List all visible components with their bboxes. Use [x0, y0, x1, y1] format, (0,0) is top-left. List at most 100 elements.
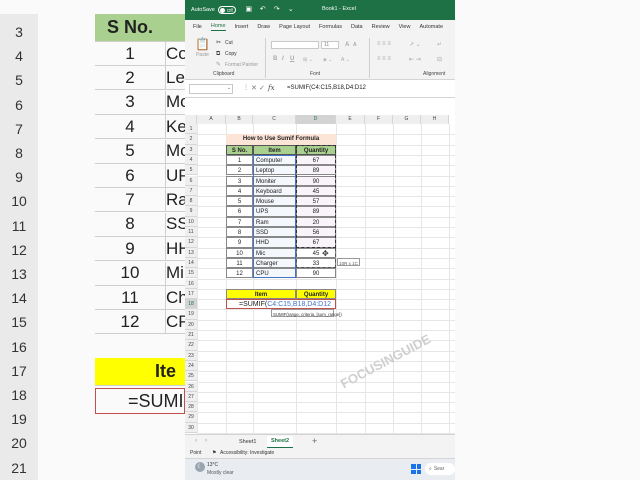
tab-file[interactable]: File: [193, 24, 202, 30]
enter-icon[interactable]: ✓: [259, 84, 265, 92]
tab-view[interactable]: View: [399, 24, 411, 30]
table-cell[interactable]: 56: [296, 227, 336, 238]
italic-button[interactable]: I: [282, 56, 284, 62]
table-cell[interactable]: 11: [226, 257, 253, 269]
row-header-8[interactable]: 8: [185, 196, 197, 207]
table-header[interactable]: Quantity: [296, 144, 336, 155]
lookup-item-header[interactable]: Item: [226, 288, 296, 300]
row-header-12[interactable]: 12: [185, 237, 197, 248]
table-cell[interactable]: 7: [226, 216, 253, 227]
next-sheet-icon[interactable]: ›: [205, 438, 207, 444]
column-header-d[interactable]: D: [296, 115, 336, 124]
table-cell[interactable]: 5: [226, 196, 253, 207]
tab-data[interactable]: Data: [351, 24, 363, 30]
fx-icon[interactable]: fx: [268, 84, 275, 92]
row-header-4[interactable]: 4: [185, 154, 197, 166]
table-cell[interactable]: 33: [296, 257, 336, 269]
table-cell[interactable]: CPU: [253, 268, 296, 279]
sheet-tab-sheet2[interactable]: Sheet2: [267, 436, 294, 448]
border-icon[interactable]: ⊞ ⌄: [303, 57, 313, 63]
column-header-a[interactable]: A: [197, 115, 226, 124]
font-color-icon[interactable]: A ⌄: [341, 57, 350, 63]
tab-draw[interactable]: Draw: [257, 24, 270, 30]
row-header-3[interactable]: 3: [185, 144, 197, 155]
cut-button[interactable]: ✂ Cut: [216, 40, 233, 46]
tab-automate[interactable]: Automate: [419, 24, 443, 30]
tab-insert[interactable]: Insert: [235, 24, 249, 30]
windows-start-icon[interactable]: [411, 464, 421, 474]
table-cell[interactable]: Charger: [253, 257, 296, 269]
copy-button[interactable]: ⧉ Copy: [216, 51, 237, 57]
column-header-c[interactable]: C: [253, 115, 296, 124]
select-all-corner[interactable]: [185, 115, 197, 124]
namebox-dropdown-icon[interactable]: ⌄: [227, 85, 231, 91]
row-header-7[interactable]: 7: [185, 185, 197, 197]
table-cell[interactable]: 90: [296, 268, 336, 279]
tab-page-layout[interactable]: Page Layout: [279, 24, 310, 30]
row-header-5[interactable]: 5: [185, 165, 197, 176]
taskbar-search[interactable]: ⌕ Sear: [425, 463, 455, 475]
table-cell[interactable]: SSD: [253, 227, 296, 238]
row-header-27[interactable]: 27: [185, 391, 197, 403]
row-header-19[interactable]: 19: [185, 309, 197, 320]
row-header-10[interactable]: 10: [185, 216, 197, 227]
undo-icon[interactable]: ↶: [259, 6, 267, 14]
row-header-26[interactable]: 26: [185, 381, 197, 392]
table-cell[interactable]: 45: [296, 247, 336, 258]
table-cell[interactable]: 9: [226, 237, 253, 248]
row-header-23[interactable]: 23: [185, 350, 197, 361]
table-header[interactable]: S No.: [226, 144, 253, 155]
table-cell[interactable]: Moniter: [253, 175, 296, 186]
row-header-22[interactable]: 22: [185, 340, 197, 351]
paste-button[interactable]: 📋 Paste: [195, 38, 210, 58]
column-header-h[interactable]: H: [421, 115, 449, 124]
table-cell[interactable]: 89: [296, 206, 336, 217]
orientation-icon[interactable]: ↗ ⌄: [409, 41, 421, 48]
prev-sheet-icon[interactable]: ‹: [195, 438, 197, 444]
sheet-tab-sheet1[interactable]: Sheet1: [239, 439, 256, 445]
add-sheet-icon[interactable]: +: [312, 436, 317, 446]
row-header-11[interactable]: 11: [185, 227, 197, 238]
column-header-g[interactable]: G: [393, 115, 421, 124]
table-cell[interactable]: Mouse: [253, 196, 296, 207]
autosave-toggle[interactable]: Off: [217, 6, 236, 14]
bold-button[interactable]: B: [273, 56, 277, 62]
align-top-icon[interactable]: ≡ ≡ ≡: [377, 41, 391, 47]
underline-button[interactable]: U: [290, 56, 294, 62]
accessibility-icon[interactable]: ⚑: [212, 450, 216, 456]
row-header-30[interactable]: 30: [185, 422, 197, 433]
table-cell[interactable]: HHD: [253, 237, 296, 248]
align-left-icon[interactable]: ≡ ≡ ≡: [377, 56, 391, 62]
table-cell[interactable]: Ram: [253, 216, 296, 227]
row-header-16[interactable]: 16: [185, 278, 197, 289]
redo-icon[interactable]: ↷: [273, 6, 281, 14]
row-header-9[interactable]: 9: [185, 206, 197, 217]
table-cell[interactable]: 6: [226, 206, 253, 217]
row-header-17[interactable]: 17: [185, 288, 197, 300]
table-cell[interactable]: 8: [226, 227, 253, 238]
tab-review[interactable]: Review: [372, 24, 390, 30]
formula-input[interactable]: =SUMIF(C4:C15,B18,D4:D12: [287, 85, 366, 91]
table-cell[interactable]: Keyboard: [253, 185, 296, 197]
table-cell[interactable]: 10: [226, 247, 253, 258]
table-cell[interactable]: 67: [296, 154, 336, 166]
row-header-25[interactable]: 25: [185, 371, 197, 382]
cancel-icon[interactable]: ✕: [251, 84, 257, 92]
row-header-2[interactable]: 2: [185, 134, 197, 145]
column-header-b[interactable]: B: [226, 115, 253, 124]
row-header-14[interactable]: 14: [185, 257, 197, 269]
row-header-20[interactable]: 20: [185, 319, 197, 330]
customize-icon[interactable]: ⌄: [287, 6, 295, 14]
table-cell[interactable]: 45: [296, 185, 336, 197]
tab-home[interactable]: Home: [210, 23, 226, 31]
table-cell[interactable]: 90: [296, 175, 336, 186]
row-header-13[interactable]: 13: [185, 247, 197, 258]
format-painter-button[interactable]: ✎ Format Painter: [216, 62, 258, 68]
table-cell[interactable]: 2: [226, 165, 253, 176]
table-cell[interactable]: UPS: [253, 206, 296, 217]
formula-edit-cell[interactable]: =SUMIF(C4:C15,B18,D4:D12: [226, 299, 336, 310]
table-cell[interactable]: 89: [296, 165, 336, 176]
table-cell[interactable]: 57: [296, 196, 336, 207]
table-cell[interactable]: 3: [226, 175, 253, 186]
table-header[interactable]: Item: [253, 144, 296, 155]
